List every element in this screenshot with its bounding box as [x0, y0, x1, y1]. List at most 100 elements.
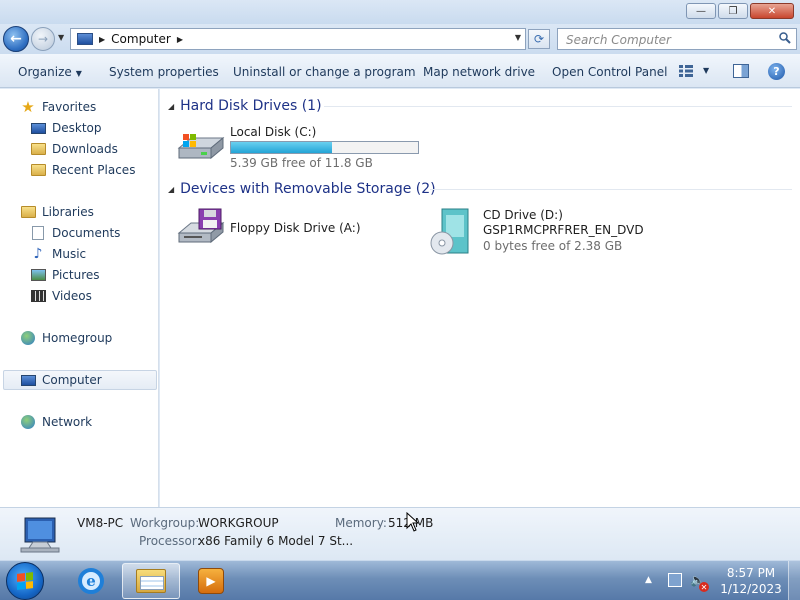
sidebar-item-label: Desktop	[52, 121, 102, 135]
recent-places-icon	[30, 163, 46, 177]
title-bar: — ❐ ✕	[0, 0, 800, 24]
workgroup-value: WORKGROUP	[198, 516, 279, 530]
back-button[interactable]: ←	[3, 26, 29, 52]
change-view-icon[interactable]	[679, 65, 693, 77]
clock-time: 8:57 PM	[726, 566, 776, 580]
sidebar-item-favorites[interactable]: ★ Favorites	[20, 97, 96, 117]
sidebar-item-label: Documents	[52, 226, 121, 240]
sidebar-item-label: Homegroup	[42, 331, 113, 345]
file-list: ◢ Hard Disk Drives (1) Local Disk (C:) 5…	[160, 89, 800, 507]
sidebar-item-videos[interactable]: Videos	[30, 286, 92, 306]
internet-explorer-icon: e	[78, 568, 104, 594]
refresh-button[interactable]: ⟳	[528, 29, 550, 49]
sidebar-item-network[interactable]: Network	[20, 412, 92, 432]
open-control-panel-button[interactable]: Open Control Panel	[552, 65, 667, 79]
group-header-hard-disk[interactable]: ◢ Hard Disk Drives (1)	[168, 97, 322, 115]
drive-floppy[interactable]: Floppy Disk Drive (A:)	[177, 207, 397, 251]
libraries-icon	[20, 205, 36, 219]
drive-local-disk[interactable]: Local Disk (C:) 5.39 GB free of 11.8 GB	[177, 124, 437, 170]
map-network-drive-button[interactable]: Map network drive	[423, 65, 535, 79]
maximize-button[interactable]: ❐	[718, 3, 748, 19]
star-icon: ★	[21, 98, 35, 116]
processor-value: x86 Family 6 Model 7 St...	[198, 534, 354, 548]
capacity-bar	[230, 141, 419, 154]
refresh-icon: ⟳	[533, 32, 545, 46]
preview-pane-icon[interactable]	[733, 64, 749, 78]
drive-name: CD Drive (D:)	[483, 208, 563, 222]
navigation-bar: ← → ▼ ▶ Computer ▶ ▼ ⟳ Search Computer	[0, 24, 800, 54]
organize-caret-icon: ▼	[75, 69, 82, 78]
sidebar-item-libraries[interactable]: Libraries	[20, 202, 94, 222]
group-title: Devices with Removable Storage (2)	[180, 181, 436, 197]
cd-drive-icon	[430, 208, 469, 255]
music-icon: ♪	[33, 246, 43, 262]
uninstall-program-button[interactable]: Uninstall or change a program	[233, 65, 416, 79]
network-icon	[20, 415, 36, 429]
processor-label: Processor:	[139, 534, 201, 548]
sidebar-item-documents[interactable]: Documents	[30, 223, 120, 243]
computer-name: VM8-PC	[77, 516, 124, 530]
sidebar-item-label: Recent Places	[52, 163, 136, 177]
search-placeholder: Search Computer	[566, 33, 671, 47]
taskbar-windows-explorer[interactable]	[122, 563, 180, 599]
sidebar-item-desktop[interactable]: Desktop	[30, 118, 102, 138]
sidebar-item-recent-places[interactable]: Recent Places	[30, 160, 135, 180]
close-button[interactable]: ✕	[750, 3, 794, 19]
clock[interactable]: 8:57 PM 1/12/2023	[718, 565, 784, 597]
sidebar-item-label: Libraries	[42, 205, 94, 219]
collapse-group-icon[interactable]: ◢	[168, 102, 174, 111]
system-properties-button[interactable]: System properties	[109, 65, 219, 79]
show-desktop-button[interactable]	[788, 561, 800, 600]
group-header-removable[interactable]: ◢ Devices with Removable Storage (2)	[168, 180, 436, 198]
navigation-pane: ★ Favorites Desktop Downloads Recent Pla…	[0, 89, 159, 507]
search-icon[interactable]	[779, 32, 791, 44]
volume-muted-icon[interactable]: 🔈 ✕	[690, 573, 709, 592]
network-tray-icon[interactable]	[668, 573, 682, 587]
sidebar-item-label: Music	[52, 247, 87, 261]
drive-name: Local Disk (C:)	[230, 125, 317, 139]
drive-cd[interactable]: CD Drive (D:) GSP1RMCPRFRER_EN_DVD 0 byt…	[430, 207, 650, 259]
address-bar[interactable]: ▶ Computer ▶ ▼	[70, 28, 526, 50]
search-input[interactable]: Search Computer	[557, 28, 797, 50]
sidebar-item-label: Videos	[52, 289, 92, 303]
sidebar-item-homegroup[interactable]: Homegroup	[20, 328, 112, 348]
windows-explorer-icon	[136, 569, 166, 593]
downloads-folder-icon	[30, 142, 46, 156]
computer-icon	[20, 517, 60, 553]
breadcrumb-computer[interactable]: Computer	[111, 32, 171, 46]
help-icon[interactable]: ?	[768, 63, 785, 80]
breadcrumb-chevron-icon[interactable]: ▶	[177, 35, 183, 44]
capacity-fill	[231, 142, 332, 153]
group-divider	[430, 189, 792, 190]
sidebar-item-label: Computer	[42, 373, 102, 387]
show-hidden-icons-icon[interactable]: ▲	[645, 575, 652, 585]
sidebar-item-pictures[interactable]: Pictures	[30, 265, 100, 285]
start-button[interactable]	[6, 562, 44, 600]
taskbar-internet-explorer[interactable]: e	[62, 563, 120, 599]
sidebar-item-downloads[interactable]: Downloads	[30, 139, 118, 159]
breadcrumb-chevron-icon[interactable]: ▶	[99, 35, 105, 44]
taskbar-media-player[interactable]: ▶	[182, 563, 240, 599]
organize-button[interactable]: Organize ▼	[18, 65, 82, 79]
forward-button[interactable]: →	[31, 27, 55, 51]
details-pane: VM8-PC Workgroup: WORKGROUP Memory: 512 …	[0, 507, 800, 560]
address-dropdown-icon[interactable]: ▼	[515, 33, 521, 42]
computer-icon	[77, 33, 93, 45]
mouse-pointer-icon	[406, 512, 420, 532]
group-title: Hard Disk Drives (1)	[180, 98, 322, 114]
group-divider	[324, 106, 792, 107]
collapse-group-icon[interactable]: ◢	[168, 185, 174, 194]
sidebar-item-music[interactable]: ♪ Music	[30, 244, 87, 264]
drive-free-space: 5.39 GB free of 11.8 GB	[230, 156, 373, 170]
floppy-drive-icon	[177, 208, 225, 244]
organize-label: Organize	[18, 65, 72, 79]
desktop-icon	[30, 121, 46, 135]
view-options-caret-icon[interactable]: ▼	[703, 66, 709, 75]
pictures-icon	[30, 268, 46, 282]
command-bar: Organize ▼ System properties Uninstall or…	[0, 54, 800, 88]
minimize-button[interactable]: —	[686, 3, 716, 19]
forward-arrow-icon: →	[37, 32, 49, 46]
sidebar-item-computer[interactable]: Computer	[3, 370, 157, 390]
recent-pages-dropdown[interactable]: ▼	[58, 33, 64, 42]
videos-icon	[30, 289, 46, 303]
